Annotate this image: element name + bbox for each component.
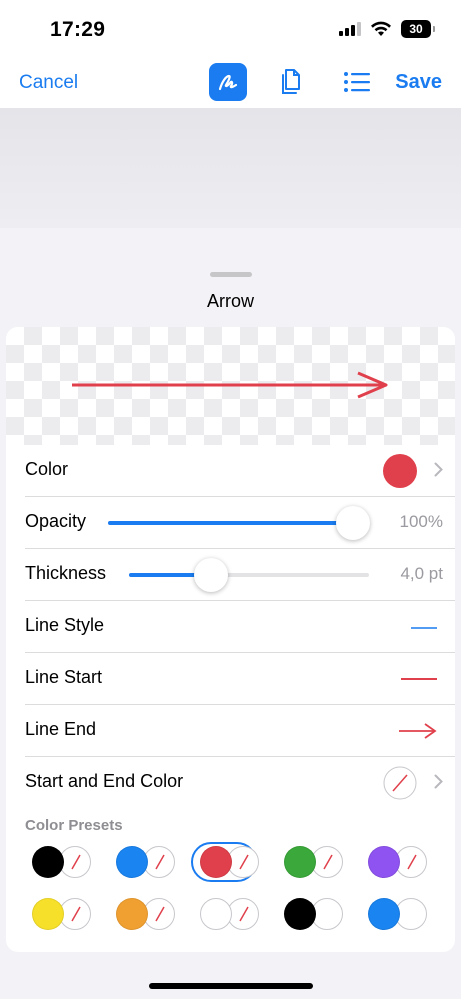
annotate-tool-button[interactable]	[209, 63, 247, 101]
thickness-slider-thumb[interactable]	[193, 558, 228, 592]
thickness-row: Thickness 4,0 pt	[25, 549, 455, 601]
pen-scribble-icon	[218, 74, 238, 91]
color-preset[interactable]	[109, 894, 175, 934]
status-bar: 17:29 30	[0, 0, 461, 60]
preset-fill-color	[32, 846, 64, 878]
document-canvas[interactable]	[0, 108, 461, 228]
no-fill-slash-icon	[407, 854, 417, 870]
no-fill-color-icon[interactable]	[383, 766, 417, 800]
preset-fill-color	[200, 846, 232, 878]
thickness-label: Thickness	[25, 563, 107, 583]
color-preset[interactable]	[277, 842, 343, 882]
color-preset[interactable]	[361, 842, 427, 882]
line-end-arrow-icon	[399, 723, 437, 739]
wifi-icon	[371, 21, 391, 36]
start-end-color-row[interactable]: Start and End Color	[25, 757, 455, 809]
home-indicator	[149, 983, 313, 989]
opacity-label: Opacity	[25, 511, 87, 531]
no-fill-slash-icon	[71, 854, 81, 870]
line-end-row[interactable]: Line End	[25, 705, 455, 757]
color-preset-swatches	[32, 846, 94, 878]
color-preset-swatches	[284, 846, 346, 878]
color-row[interactable]: Color	[25, 445, 455, 497]
color-preset[interactable]	[25, 842, 91, 882]
preset-fill-color	[32, 898, 64, 930]
sheet-grabber[interactable]	[210, 272, 252, 277]
solid-line-icon	[411, 627, 437, 629]
color-preset-swatches	[32, 898, 94, 930]
color-label: Color	[25, 459, 69, 479]
color-swatch[interactable]	[383, 454, 417, 488]
color-preset[interactable]	[109, 842, 175, 882]
no-fill-slash-icon	[71, 906, 81, 922]
no-fill-slash-icon	[239, 854, 249, 870]
opacity-row: Opacity 100%	[25, 497, 455, 549]
line-style-label: Line Style	[25, 615, 105, 635]
battery-icon: 30	[401, 20, 435, 38]
no-fill-slash-icon	[323, 854, 333, 870]
sheet-title: Arrow	[206, 291, 254, 311]
line-style-row[interactable]: Line Style	[25, 601, 455, 653]
line-start-none-icon	[401, 678, 437, 680]
color-preset-swatches	[116, 846, 178, 878]
preset-fill-color	[200, 898, 232, 930]
start-end-color-label: Start and End Color	[25, 771, 184, 791]
arrow-preview	[6, 327, 455, 445]
chevron-right-icon	[434, 774, 443, 789]
save-button[interactable]: Save	[395, 71, 442, 94]
line-start-row[interactable]: Line Start	[25, 653, 455, 705]
line-start-label: Line Start	[25, 667, 103, 687]
color-preset[interactable]	[25, 894, 91, 934]
color-preset-swatches	[368, 898, 430, 930]
preset-fill-color	[284, 846, 316, 878]
color-preset[interactable]	[277, 894, 343, 934]
color-preset[interactable]	[191, 842, 259, 882]
color-presets-label: Color Presets	[25, 817, 123, 834]
preset-fill-color	[368, 898, 400, 930]
color-preset-swatches	[368, 846, 430, 878]
cancel-button[interactable]: Cancel	[19, 72, 78, 94]
line-end-label: Line End	[25, 719, 97, 739]
color-preset-swatches	[200, 846, 262, 878]
status-time: 17:29	[50, 18, 106, 41]
outline-list-button[interactable]	[338, 63, 376, 101]
pages-tool-button[interactable]	[273, 63, 311, 101]
thickness-value: 4,0 pt	[400, 564, 443, 583]
status-icons: 30	[339, 20, 435, 38]
documents-icon	[282, 69, 300, 94]
chevron-right-icon	[434, 462, 443, 477]
opacity-slider-thumb[interactable]	[336, 506, 370, 540]
opacity-value: 100%	[399, 512, 443, 531]
thickness-slider[interactable]	[129, 558, 369, 592]
color-preset[interactable]	[361, 894, 427, 934]
opacity-slider[interactable]	[108, 506, 370, 540]
preset-fill-color	[284, 898, 316, 930]
color-preset-swatches	[116, 898, 178, 930]
arrow-preview-icon	[72, 371, 388, 399]
properties-card: Color Opacity 100% Thickness 4,0 pt Line…	[6, 327, 455, 952]
preset-fill-color	[116, 898, 148, 930]
color-preset-swatches	[200, 898, 262, 930]
cellular-signal-icon	[339, 22, 361, 36]
no-fill-slash-icon	[155, 906, 165, 922]
top-toolbar: Cancel Save	[0, 60, 461, 108]
color-preset-swatches	[284, 898, 346, 930]
preset-fill-color	[368, 846, 400, 878]
color-preset[interactable]	[193, 894, 259, 934]
no-fill-slash-icon	[239, 906, 249, 922]
no-fill-slash-icon	[155, 854, 165, 870]
list-icon	[344, 72, 370, 92]
opacity-slider-fill	[108, 521, 353, 525]
annotation-properties-sheet: Arrow Color Opacity 100% Thickness 4,0 p…	[0, 265, 461, 999]
preset-fill-color	[116, 846, 148, 878]
